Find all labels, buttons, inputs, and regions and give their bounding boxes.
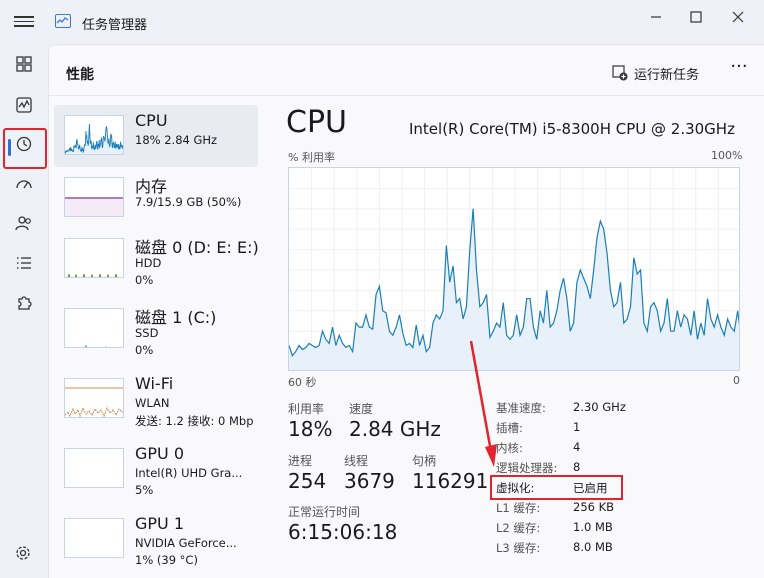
nav-services[interactable] [6, 285, 42, 321]
perf-item-subtitle: SSD [135, 326, 159, 340]
more-options-button[interactable]: ··· [727, 58, 751, 83]
performance-chart-icon [16, 97, 32, 113]
gpu0-thumbnail-graph [64, 448, 124, 488]
section-title: 性能 [66, 67, 94, 83]
nav-users[interactable] [6, 205, 42, 241]
speed-value: 2.84 GHz [349, 417, 441, 441]
perf-item-value: 5% [135, 483, 154, 497]
perf-item-title: GPU 0 [135, 444, 185, 463]
startup-gauge-icon [16, 180, 32, 189]
nav-app-history[interactable] [6, 126, 42, 162]
nav-performance[interactable] [6, 87, 42, 123]
perf-item-subtitle: Intel(R) UHD Gra... [135, 466, 243, 480]
utilization-label: 利用率 [288, 402, 325, 416]
time-zero-label: 0 [733, 374, 740, 387]
time-window-label: 60 秒 [288, 376, 317, 389]
l1-cache-value: 256 KB [573, 500, 615, 514]
perf-item-title: 磁盘 0 (D: E: E:) [135, 238, 259, 257]
run-new-task-label: 运行新任务 [634, 67, 700, 83]
hamburger-menu-icon[interactable] [14, 13, 34, 31]
perf-item-memory[interactable]: 内存 7.9/15.9 GB (50%) [54, 167, 258, 229]
disk1-thumbnail-graph [64, 308, 124, 348]
perf-item-value: 1% (39 °C) [135, 553, 198, 567]
perf-item-subtitle: NVIDIA GeForce... [135, 536, 237, 550]
close-button[interactable] [718, 6, 758, 28]
perf-item-title: CPU [135, 111, 168, 130]
perf-item-cpu[interactable]: CPU 18% 2.84 GHz [54, 105, 258, 167]
maximize-icon [690, 11, 702, 23]
navigation-rail [0, 44, 48, 578]
perf-item-disk-0[interactable]: 磁盘 0 (D: E: E:) HDD 0% [54, 228, 259, 290]
l1-cache-label: L1 缓存: [496, 501, 541, 515]
l3-cache-value: 8.0 MB [573, 540, 613, 554]
perf-item-value: 发送: 1.2 接收: 0 Mbp [135, 414, 254, 428]
perf-item-subtitle: HDD [135, 256, 162, 270]
settings-button[interactable] [14, 544, 34, 564]
utilization-axis-label: % 利用率 [288, 151, 335, 164]
nav-details[interactable] [6, 245, 42, 281]
history-clock-icon [16, 136, 32, 152]
annotation-arrow-icon [469, 340, 497, 467]
perf-item-gpu-0[interactable]: GPU 0 Intel(R) UHD Gra... 5% [54, 438, 258, 500]
processes-label: 进程 [288, 454, 313, 468]
minimize-icon [651, 16, 661, 18]
cpu-model-name: Intel(R) Core(TM) i5-8300H CPU @ 2.30GHz [409, 120, 735, 138]
perf-item-value: 0% [135, 273, 154, 287]
maximize-button[interactable] [676, 6, 716, 28]
threads-value: 3679 [344, 469, 395, 493]
logical-processors-value: 8 [573, 460, 581, 474]
nav-processes[interactable] [6, 46, 42, 82]
header-divider [49, 95, 764, 96]
perf-item-subtitle: 18% 2.84 GHz [135, 133, 218, 147]
close-icon [732, 11, 744, 23]
perf-item-title: 磁盘 1 (C:) [135, 308, 217, 327]
virtualization-highlight-box [490, 475, 623, 500]
utilization-value: 18% [288, 417, 333, 441]
details-list-icon [17, 257, 31, 269]
gpu1-thumbnail-graph [64, 518, 124, 558]
run-task-icon [612, 65, 628, 81]
cores-value: 4 [573, 440, 581, 454]
l2-cache-value: 1.0 MB [573, 520, 613, 534]
nav-startup[interactable] [6, 166, 42, 202]
gear-icon [16, 546, 30, 560]
processes-value: 254 [288, 469, 327, 493]
minimize-button[interactable] [636, 6, 676, 28]
perf-item-wifi[interactable]: Wi-Fi WLAN 发送: 1.2 接收: 0 Mbp [54, 368, 258, 430]
handles-label: 句柄 [412, 454, 437, 468]
wifi-thumbnail-graph [64, 378, 124, 418]
title-bar: 任务管理器 [0, 0, 764, 44]
base-speed-value: 2.30 GHz [573, 400, 626, 414]
perf-item-title: GPU 1 [135, 514, 185, 533]
perf-item-title: Wi-Fi [135, 374, 174, 393]
disk0-thumbnail-graph [64, 238, 124, 278]
threads-label: 线程 [344, 454, 369, 468]
memory-thumbnail-graph [64, 177, 124, 217]
sockets-value: 1 [573, 420, 581, 434]
cpu-heading: CPU [286, 105, 347, 140]
uptime-label: 正常运行时间 [288, 505, 361, 519]
task-manager-app-icon [55, 14, 71, 28]
l2-cache-label: L2 缓存: [496, 521, 541, 535]
processes-grid-icon [16, 56, 32, 72]
users-icon [15, 216, 31, 231]
perf-item-value: 0% [135, 343, 154, 357]
uptime-value: 6:15:06:18 [288, 520, 398, 544]
perf-item-title: 内存 [135, 177, 168, 196]
speed-label: 速度 [349, 402, 374, 416]
perf-item-gpu-1[interactable]: GPU 1 NVIDIA GeForce... 1% (39 °C) [54, 508, 258, 570]
cpu-thumbnail-graph [64, 115, 124, 155]
l3-cache-label: L3 缓存: [496, 541, 541, 555]
perf-item-disk-1[interactable]: 磁盘 1 (C:) SSD 0% [54, 298, 258, 360]
max-percent-label: 100% [711, 149, 743, 162]
perf-item-subtitle: WLAN [135, 396, 170, 410]
services-puzzle-icon [18, 296, 32, 310]
app-title: 任务管理器 [82, 18, 148, 33]
run-new-task-button[interactable]: 运行新任务 [612, 59, 699, 87]
main-panel: 性能 运行新任务 ··· CPU 18% 2.84 GHz 内存 7.9/15.… [48, 44, 764, 578]
perf-item-subtitle: 7.9/15.9 GB (50%) [135, 195, 242, 209]
